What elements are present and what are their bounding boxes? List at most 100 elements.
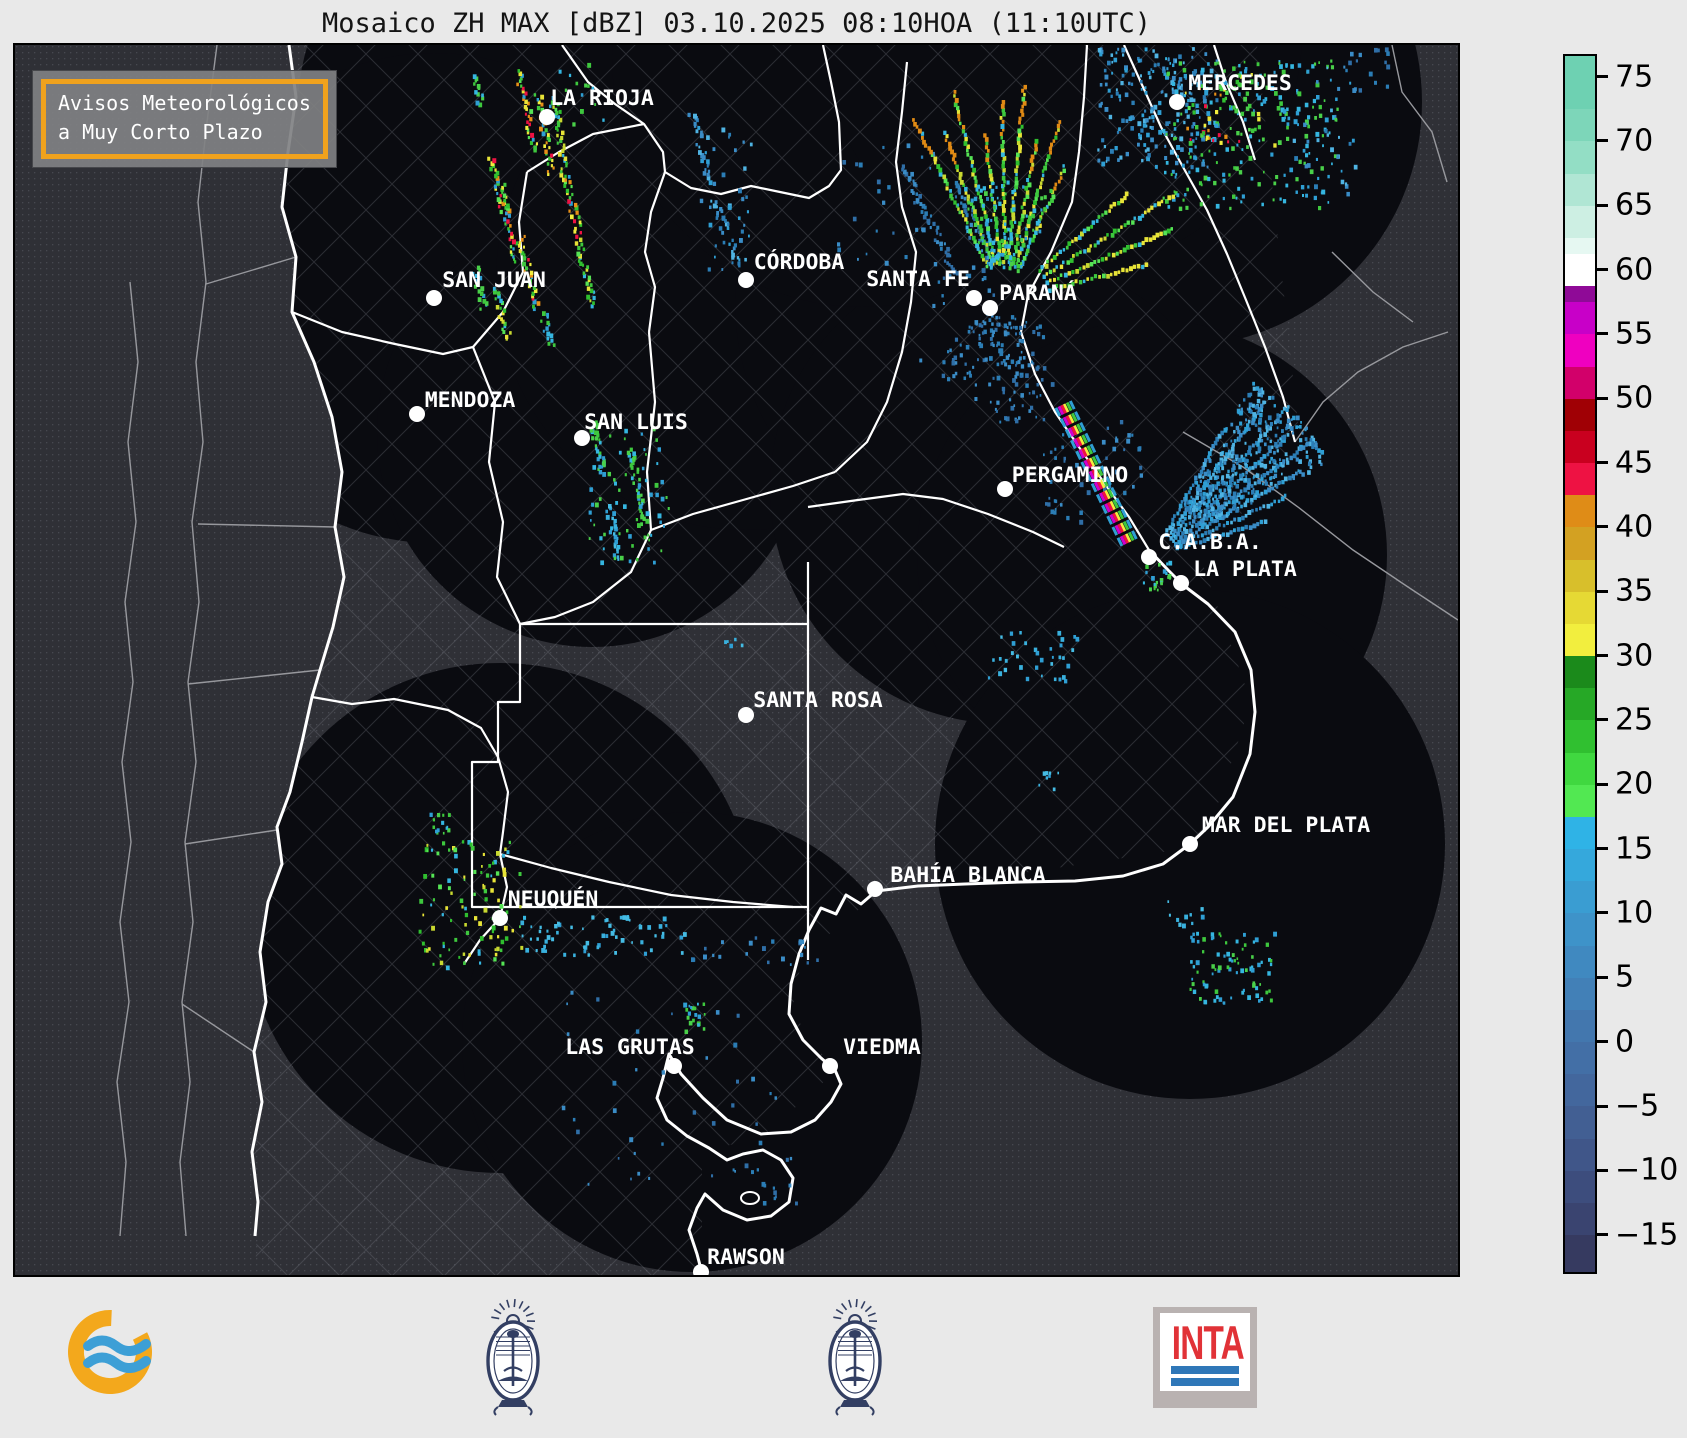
colorbar-tick <box>1597 525 1608 529</box>
city-dot <box>492 910 508 926</box>
inta-logo-text: INTA <box>1171 1316 1245 1370</box>
city-dot <box>982 300 998 316</box>
colorbar-tick <box>1597 332 1608 336</box>
colorbar-segment <box>1565 366 1595 399</box>
colorbar-tick <box>1597 461 1608 465</box>
colorbar-tick <box>1597 1040 1608 1044</box>
city-dot <box>1141 549 1157 565</box>
colorbar-tick-label: 35 <box>1615 573 1654 609</box>
colorbar-segment <box>1565 1170 1595 1203</box>
colorbar-segment <box>1565 559 1595 592</box>
colorbar-tick <box>1597 396 1608 400</box>
colorbar-tick <box>1597 268 1608 272</box>
colorbar-tick-label: 0 <box>1615 1024 1635 1060</box>
colorbar-segment <box>1565 880 1595 914</box>
colorbar-segment <box>1565 301 1595 335</box>
colorbar-segment <box>1565 430 1595 464</box>
colorbar-tick <box>1597 1104 1608 1108</box>
colorbar-segment <box>1565 1041 1595 1075</box>
colorbar-tick <box>1597 1233 1608 1237</box>
colorbar-tick <box>1597 847 1608 851</box>
city-label: SANTA ROSA <box>753 688 882 713</box>
city-dot <box>426 290 442 306</box>
city-dot <box>738 707 754 723</box>
colorbar-tick-label: 5 <box>1615 959 1635 995</box>
city-label: NEUQUÉN <box>508 886 599 912</box>
colorbar-tick <box>1597 975 1608 979</box>
reflectivity-colorbar <box>1563 54 1597 1274</box>
city-label: VIEDMA <box>843 1035 921 1060</box>
colorbar-segment <box>1565 1202 1595 1236</box>
economia-coat-of-arms-icon <box>828 1299 882 1416</box>
colorbar-tick-label: 55 <box>1615 316 1654 352</box>
colorbar-segment <box>1565 912 1595 946</box>
colorbar-segment <box>1565 752 1595 785</box>
city-dot <box>867 881 883 897</box>
city-dot <box>997 481 1013 497</box>
colorbar-segment <box>1565 333 1595 367</box>
city-dot <box>966 290 982 306</box>
colorbar-tick-label: 70 <box>1615 123 1654 159</box>
warning-badge-line1: Avisos Meteorológicos <box>58 91 311 115</box>
colorbar-tick-label: 50 <box>1615 380 1654 416</box>
colorbar-segment <box>1565 494 1595 528</box>
colorbar-segment <box>1565 285 1595 303</box>
colorbar-tick-label: 60 <box>1615 252 1654 288</box>
page-title: Mosaico ZH MAX [dBZ] 03.10.2025 08:10HOA… <box>321 8 1152 39</box>
colorbar-tick-label: 45 <box>1615 445 1654 481</box>
city-label: SAN JUAN <box>442 268 546 293</box>
colorbar-segment <box>1565 1138 1595 1171</box>
city-dot <box>822 1058 838 1074</box>
colorbar-segment <box>1565 173 1595 206</box>
colorbar-tick-label: −10 <box>1615 1152 1679 1188</box>
colorbar-tick-label: 65 <box>1615 187 1654 223</box>
city-dot <box>1169 94 1185 110</box>
colorbar-segment <box>1565 462 1595 496</box>
city-label: CÓRDOBA <box>754 249 845 275</box>
inta-logo: INTA <box>1153 1307 1257 1408</box>
radar-map: LA RIOJA SAN JUAN MENDOZA SAN LUIS CÓRDOBA SA… <box>15 45 1458 1275</box>
colorbar-segment <box>1565 140 1595 174</box>
colorbar-segment <box>1565 253 1595 287</box>
city-label: C.A.B.A. <box>1158 530 1262 555</box>
colorbar-segment <box>1565 56 1595 110</box>
city-label: MENDOZA <box>425 388 516 413</box>
colorbar-tick <box>1597 1168 1608 1172</box>
city-dot <box>666 1058 682 1074</box>
city-label: SAN LUIS <box>584 410 688 435</box>
warning-badge: Avisos Meteorológicos a Muy Corto Plazo <box>33 71 336 167</box>
colorbar-tick-label: 40 <box>1615 509 1654 545</box>
colorbar-tick <box>1597 589 1608 593</box>
colorbar-segment <box>1565 687 1595 721</box>
warning-badge-line2: a Muy Corto Plazo <box>58 120 263 144</box>
colorbar-tick-label: −15 <box>1615 1217 1679 1253</box>
city-label: MERCEDES <box>1188 71 1292 96</box>
colorbar-tick <box>1597 654 1608 658</box>
colorbar-tick-label: 30 <box>1615 638 1654 674</box>
radar-mosaic-page: Mosaico ZH MAX [dBZ] 03.10.2025 08:10HOA… <box>0 0 1687 1438</box>
colorbar-tick <box>1597 782 1608 786</box>
warning-badge-text: Avisos Meteorológicos a Muy Corto Plazo <box>41 79 328 159</box>
city-label: PARANÁ <box>999 280 1077 306</box>
city-label: SANTA FE <box>866 267 970 292</box>
city-dot <box>738 272 754 288</box>
colorbar-segment <box>1565 237 1595 254</box>
colorbar-tick-label: 15 <box>1615 831 1654 867</box>
colorbar-segment <box>1565 977 1595 1010</box>
colorbar-segment <box>1565 1073 1595 1107</box>
city-label: LA PLATA <box>1193 557 1297 582</box>
city-dot <box>409 406 425 422</box>
inta-bar-1 <box>1171 1366 1239 1374</box>
colorbar-segment <box>1565 945 1595 978</box>
colorbar-tick <box>1597 203 1608 207</box>
colorbar-segment <box>1565 1234 1595 1273</box>
city-dot <box>539 109 555 125</box>
city-label: RAWSON <box>707 1245 785 1270</box>
colorbar-segment <box>1565 816 1595 850</box>
city-label: MAR DEL PLATA <box>1202 813 1370 838</box>
colorbar-tick <box>1597 718 1608 722</box>
colorbar-tick <box>1597 139 1608 143</box>
city-label: PERGAMINO <box>1012 463 1129 488</box>
colorbar-segment <box>1565 655 1595 689</box>
city-label: LAS GRUTAS <box>565 1035 694 1060</box>
